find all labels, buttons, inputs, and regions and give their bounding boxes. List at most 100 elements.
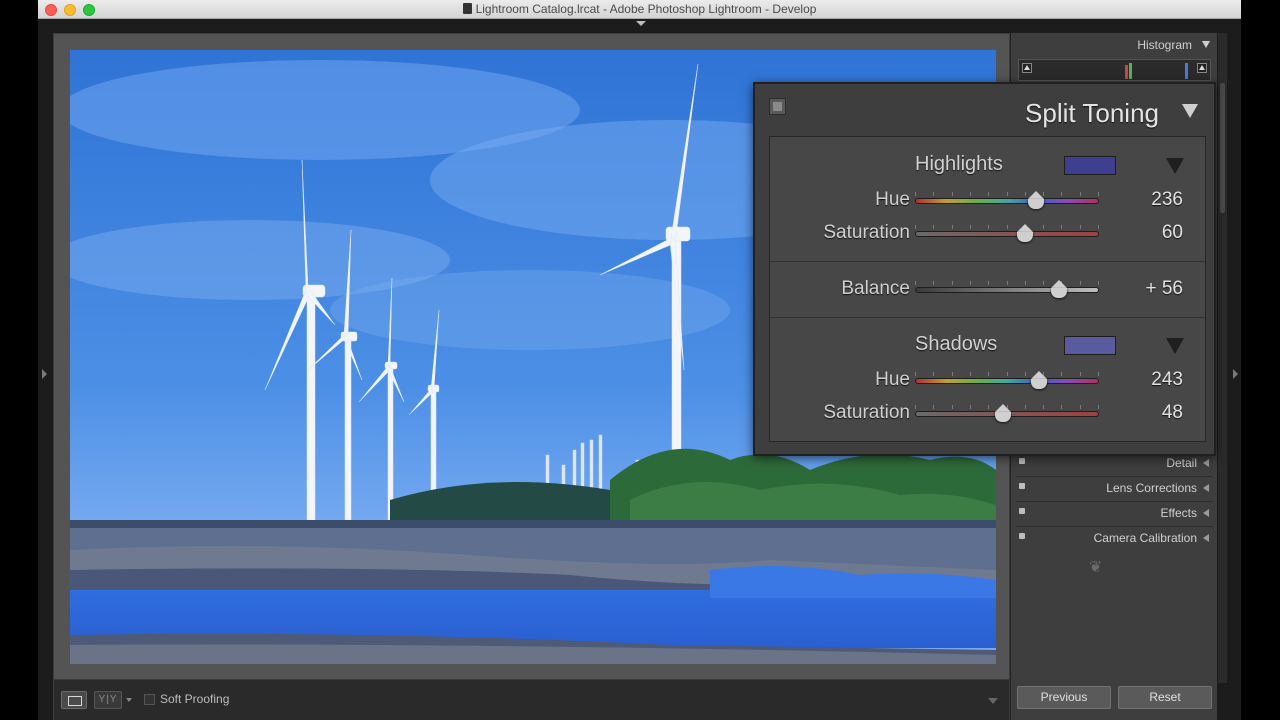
panel-camera-calibration[interactable]: Camera Calibration (1016, 526, 1213, 548)
highlight-clipping-icon[interactable] (1197, 63, 1207, 73)
slider-tick (1079, 405, 1081, 409)
divider (770, 261, 1205, 262)
before-after-button[interactable]: Y|Y (94, 691, 122, 709)
panel-toggle-icon[interactable] (1019, 483, 1025, 489)
document-icon (462, 3, 472, 14)
title-bar: Lightroom Catalog.lrcat - Adobe Photosho… (38, 0, 1241, 19)
panel-end-flourish-icon: ❦ (1089, 559, 1105, 576)
shadows-hue-value[interactable]: 243 (1103, 369, 1183, 391)
highlights-hue-thumb[interactable] (1026, 191, 1046, 211)
chevron-left-icon (1203, 534, 1209, 542)
panel-effects[interactable]: Effects (1016, 501, 1213, 523)
slider-tick (915, 281, 916, 285)
panel-toggle-icon[interactable] (1019, 533, 1025, 539)
right-panel-toggle-icon[interactable] (1233, 369, 1238, 379)
balance-label: Balance (841, 278, 910, 299)
slider-tick (1061, 372, 1063, 376)
left-panel-toggle-icon[interactable] (42, 369, 47, 379)
panel-toggle-icon[interactable] (1019, 458, 1025, 464)
shadows-saturation-thumb[interactable] (993, 404, 1013, 424)
scrollbar-thumb[interactable] (1220, 83, 1225, 213)
slider-tick (915, 192, 916, 196)
reset-button[interactable]: Reset (1118, 686, 1212, 709)
shadows-hue-thumb[interactable] (1029, 371, 1049, 391)
slider-ticks (915, 225, 1099, 229)
triangle-down-icon (1202, 41, 1210, 48)
balance-slider[interactable] (915, 287, 1099, 293)
shadows-color-picker-icon[interactable] (1166, 338, 1184, 354)
chevron-down-icon[interactable] (126, 698, 132, 702)
shadows-color-swatch[interactable] (1064, 336, 1116, 355)
toolbar-content-menu-icon[interactable] (988, 698, 998, 704)
highlights-saturation-slider[interactable] (915, 231, 1099, 237)
slider-ticks (915, 372, 1099, 376)
slider-tick (951, 225, 953, 229)
panel-collapse-icon[interactable] (1182, 104, 1198, 118)
slider-ticks (915, 281, 1099, 285)
highlights-hue-label: Hue (875, 189, 910, 210)
slider-tick (1079, 225, 1081, 229)
split-toning-toggle[interactable] (769, 98, 786, 115)
slider-tick (988, 405, 990, 409)
highlights-color-picker-icon[interactable] (1166, 158, 1184, 174)
chevron-left-icon (1203, 484, 1209, 492)
slider-tick (1079, 281, 1081, 285)
slider-tick (1006, 372, 1008, 376)
slider-tick (1024, 405, 1026, 409)
divider (770, 317, 1205, 318)
slider-tick (1006, 225, 1008, 229)
slider-tick (1024, 372, 1026, 376)
slider-tick (969, 192, 971, 196)
shadows-label: Shadows (915, 333, 998, 355)
slider-tick (969, 405, 971, 409)
split-toning-title: Split Toning (1025, 98, 1159, 128)
histogram-header[interactable]: Histogram (1011, 33, 1218, 55)
slider-tick (1043, 225, 1045, 229)
slider-tick (933, 281, 935, 285)
slider-tick (1043, 281, 1045, 285)
slider-tick (951, 192, 953, 196)
previous-button[interactable]: Previous (1017, 686, 1111, 709)
slider-tick (1098, 281, 1099, 285)
slider-tick (1024, 281, 1026, 285)
highlights-hue-value[interactable]: 236 (1103, 189, 1183, 211)
shadow-clipping-icon[interactable] (1022, 63, 1032, 73)
slider-tick (951, 405, 953, 409)
slider-tick (1006, 281, 1008, 285)
balance-thumb[interactable] (1049, 280, 1069, 300)
panel-toggle-icon[interactable] (1019, 508, 1025, 514)
slider-tick (1061, 225, 1063, 229)
shadows-hue-slider[interactable] (915, 378, 1099, 384)
shadows-saturation-value[interactable]: 48 (1103, 402, 1183, 424)
highlights-saturation-thumb[interactable] (1015, 224, 1035, 244)
slider-tick (951, 281, 953, 285)
slider-tick (1079, 372, 1081, 376)
window-title-wrap: Lightroom Catalog.lrcat - Adobe Photosho… (38, 2, 1241, 16)
panel-label: Camera Calibration (1093, 531, 1197, 545)
panel-lens-corrections[interactable]: Lens Corrections (1016, 476, 1213, 498)
highlights-saturation-label: Saturation (823, 222, 910, 243)
slider-tick (915, 372, 916, 376)
right-panel-scrollbar[interactable] (1218, 33, 1227, 683)
slider-tick (988, 372, 990, 376)
slider-tick (1098, 405, 1099, 409)
slider-tick (1098, 225, 1099, 229)
slider-tick (969, 372, 971, 376)
slider-tick (1098, 192, 1099, 196)
highlights-saturation-value[interactable]: 60 (1103, 222, 1183, 244)
panel-label: Effects (1160, 506, 1197, 520)
panel-label: Lens Corrections (1106, 481, 1197, 495)
loupe-view-button[interactable] (61, 691, 87, 709)
slider-tick (933, 372, 935, 376)
highlights-hue-slider[interactable] (915, 198, 1099, 204)
top-panel-toggle-icon[interactable] (636, 21, 646, 26)
balance-value[interactable]: + 56 (1103, 278, 1183, 300)
highlights-color-swatch[interactable] (1064, 156, 1116, 175)
slider-tick (1079, 192, 1081, 196)
histogram-red-spike (1125, 65, 1128, 79)
soft-proofing-checkbox[interactable] (144, 694, 155, 705)
chevron-left-icon (1203, 509, 1209, 517)
slider-tick (933, 405, 935, 409)
slider-tick (1043, 405, 1045, 409)
bottom-toolbar: Y|Y Soft Proofing (54, 679, 1009, 720)
